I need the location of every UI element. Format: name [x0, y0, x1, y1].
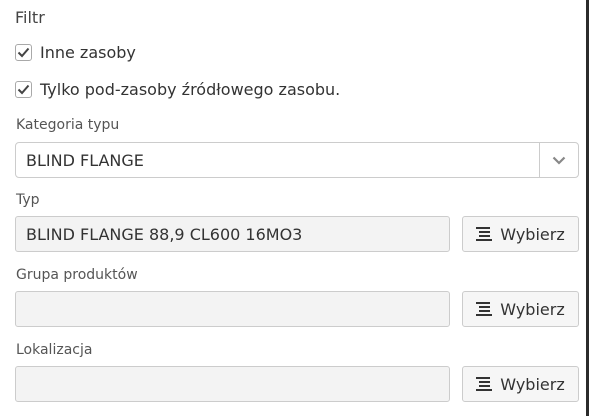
checkbox-only-subresources[interactable]: Tylko pod-zasoby źródłowego zasobu.: [15, 80, 340, 99]
product-group-select-button[interactable]: Wybierz: [462, 291, 579, 327]
button-label: Wybierz: [500, 224, 565, 244]
dropdown-toggle[interactable]: [539, 143, 578, 177]
type-input[interactable]: BLIND FLANGE 88,9 CL600 16MO3: [15, 216, 450, 252]
category-label: Kategoria typu: [16, 117, 120, 133]
product-group-input[interactable]: [15, 291, 450, 327]
chevron-down-icon: [552, 156, 566, 165]
list-icon: [476, 226, 493, 242]
button-label: Wybierz: [500, 299, 565, 319]
button-label: Wybierz: [500, 374, 565, 394]
location-select-button[interactable]: Wybierz: [462, 366, 579, 402]
filter-title: Filtr: [15, 8, 45, 27]
check-icon: [17, 84, 30, 95]
checkbox-box[interactable]: [15, 81, 32, 98]
location-label: Lokalizacja: [16, 342, 93, 358]
checkbox-label: Tylko pod-zasoby źródłowego zasobu.: [40, 80, 341, 99]
checkbox-other-resources[interactable]: Inne zasoby: [15, 43, 136, 62]
product-group-label: Grupa produktów: [16, 267, 138, 283]
location-input[interactable]: [15, 366, 450, 402]
list-icon: [476, 376, 493, 392]
check-icon: [17, 47, 30, 58]
list-icon: [476, 301, 493, 317]
category-value: BLIND FLANGE: [26, 150, 144, 170]
type-label: Typ: [16, 192, 40, 208]
checkbox-box[interactable]: [15, 44, 32, 61]
checkbox-label: Inne zasoby: [40, 43, 136, 62]
category-select[interactable]: BLIND FLANGE: [15, 142, 579, 178]
type-select-button[interactable]: Wybierz: [462, 216, 579, 252]
